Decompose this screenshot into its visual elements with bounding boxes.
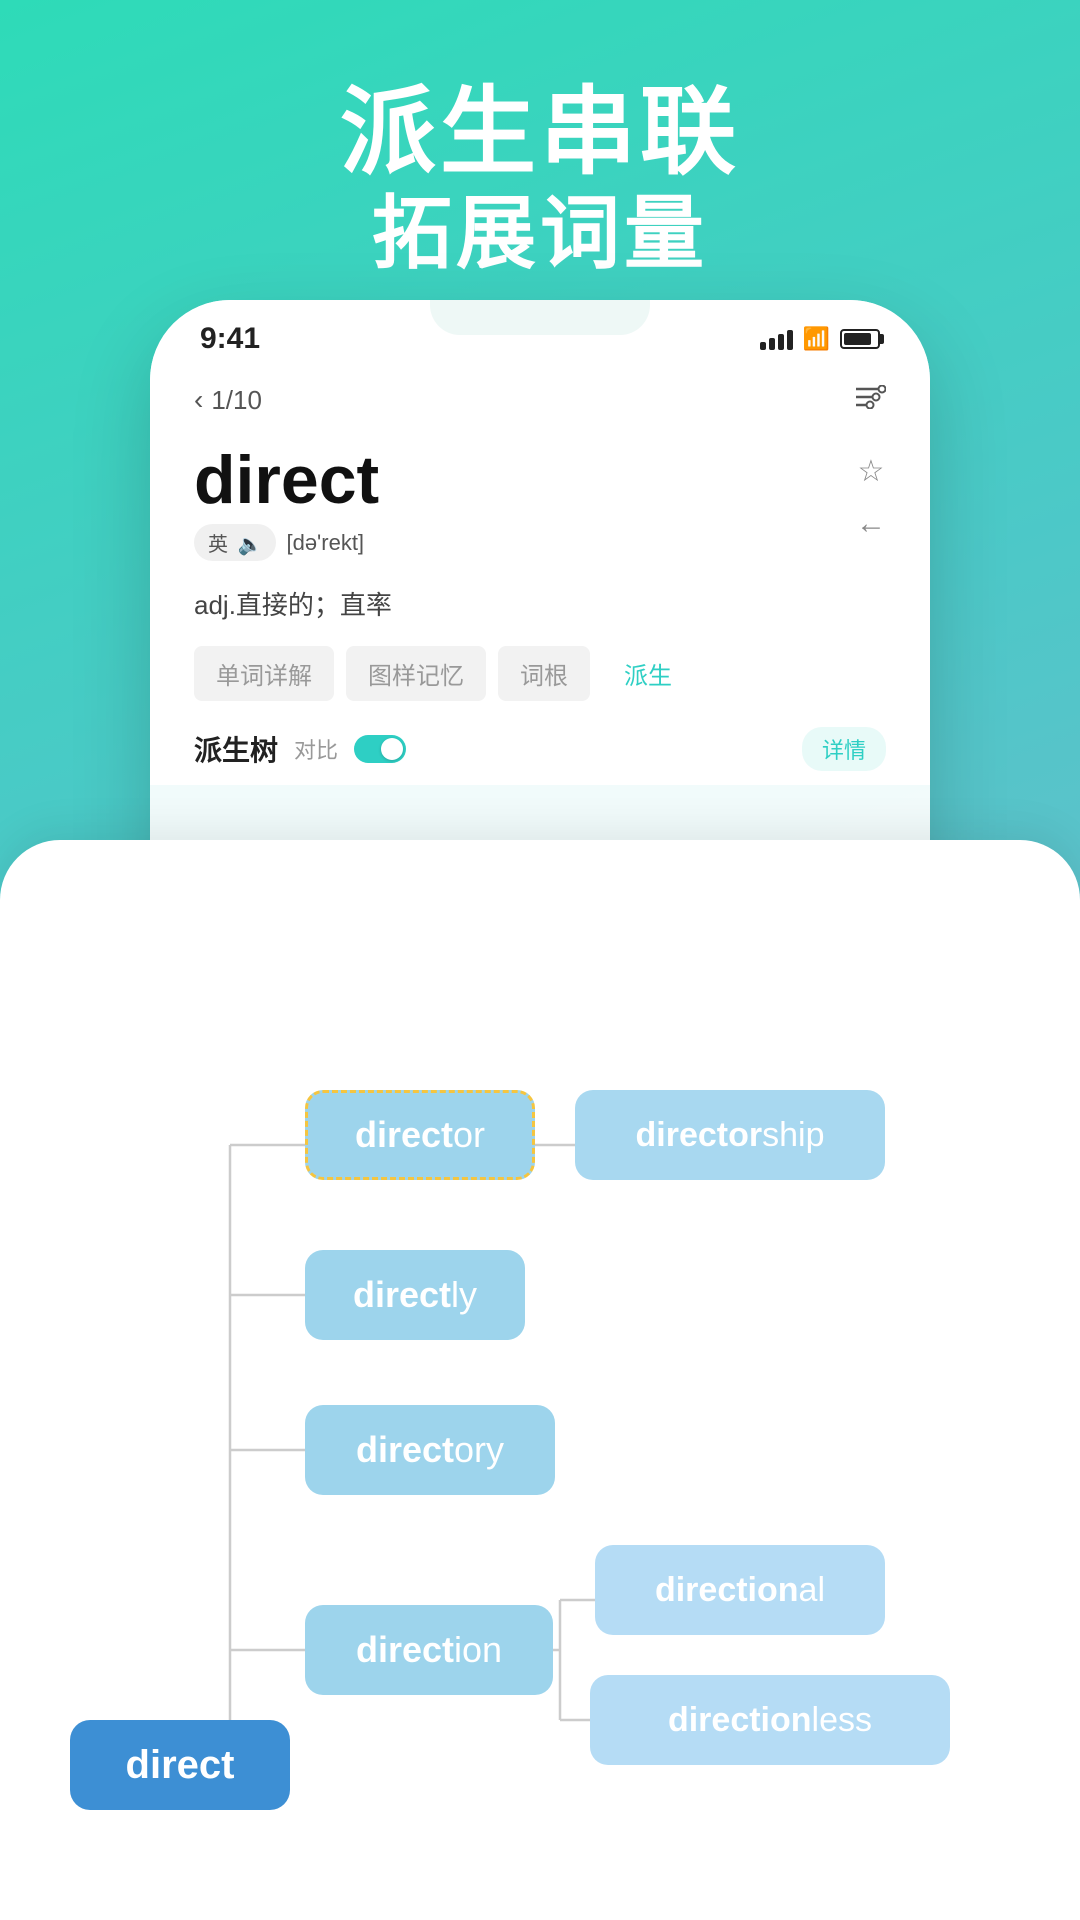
wifi-icon: 📶 [803,326,830,352]
word-node-directly[interactable]: directly [305,1250,525,1340]
tab-word-detail[interactable]: 单词详解 [194,646,334,701]
node-text-directionless: directionless [668,1701,872,1740]
word-title: direct [194,446,856,514]
node-text-root: direct [126,1743,235,1788]
status-time: 9:41 [200,322,260,356]
headline-section: 派生串联 拓展词量 [0,0,1080,322]
page-indicator: 1/10 [211,385,262,416]
phonetic-badge[interactable]: 英 🔈 [194,524,276,561]
back-word-icon[interactable]: ← [856,507,886,541]
word-phonetic: 英 🔈 [də'rekt] [194,524,856,561]
headline-line1: 派生串联 [0,80,1080,186]
word-node-directory[interactable]: directory [305,1405,555,1495]
tab-derivative[interactable]: 派生 [602,646,694,701]
headline-line2: 拓展词量 [0,186,1080,282]
word-node-root-direct[interactable]: direct [70,1720,290,1810]
tab-root[interactable]: 词根 [498,646,590,701]
sound-icon[interactable]: 🔈 [238,534,263,556]
word-action-icons: ☆ ← [856,446,886,541]
tree-card: director directorship directly directory… [0,840,1080,1920]
filter-icon[interactable] [856,384,886,416]
word-node-directionless[interactable]: directionless [590,1675,950,1765]
battery-icon [840,329,880,349]
word-node-director[interactable]: director [305,1090,535,1180]
detail-button[interactable]: 详情 [802,727,886,771]
node-text-directional: directional [655,1571,825,1610]
tree-label: 派生树 [194,729,278,769]
phonetic-text: [də'rekt] [286,530,364,556]
tree-header-left: 派生树 对比 [194,729,406,769]
word-node-directional[interactable]: directional [595,1545,885,1635]
node-text-directorship: directorship [636,1116,825,1155]
star-icon[interactable]: ☆ [858,454,885,489]
node-base-director: director [355,1114,485,1156]
word-definition: adj.直接的；直率 [194,571,886,636]
compare-text: 对比 [294,733,338,765]
status-icons: 📶 [760,326,880,352]
signal-bars-icon [760,328,793,350]
phone-content: ‹ 1/10 direct 英 [150,366,930,785]
phone-notch [430,300,650,335]
word-section: direct 英 🔈 [də'rekt] ☆ ← [194,426,886,571]
back-arrow-icon[interactable]: ‹ [194,384,203,416]
tab-image-memory[interactable]: 图样记忆 [346,646,486,701]
node-text-direction: direction [356,1629,502,1671]
tree-header: 派生树 对比 详情 [194,719,886,785]
compare-toggle[interactable] [354,735,406,763]
word-main: direct 英 🔈 [də'rekt] [194,446,856,561]
nav-bar: ‹ 1/10 [194,366,886,426]
node-text-directory: directory [356,1429,504,1471]
word-node-directorship[interactable]: directorship [575,1090,885,1180]
word-node-direction[interactable]: direction [305,1605,553,1695]
node-text-directly: directly [353,1274,477,1316]
tabs-row: 单词详解 图样记忆 词根 派生 [194,646,886,701]
nav-left: ‹ 1/10 [194,384,262,416]
